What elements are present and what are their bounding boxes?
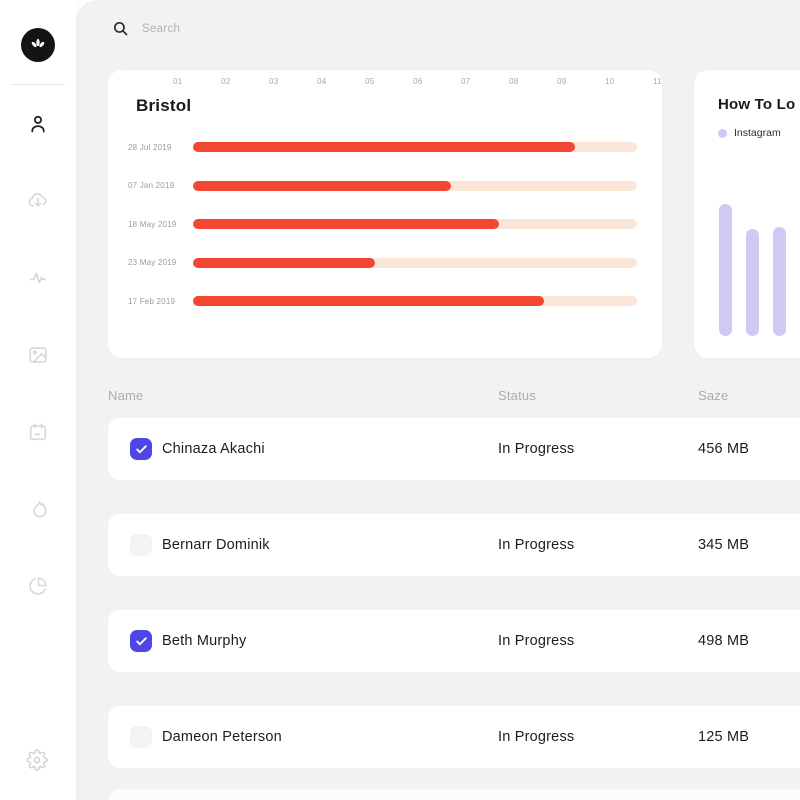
column-header-size: Saze: [698, 388, 728, 403]
sidebar-item-activity[interactable]: [26, 266, 50, 290]
row-checkbox[interactable]: [130, 534, 152, 556]
search-input[interactable]: Search: [112, 20, 180, 37]
chart-category-label: 28 Jul 2019: [128, 143, 193, 152]
row-status: In Progress: [498, 729, 574, 745]
sprout-logo-icon: [28, 35, 48, 55]
table-row[interactable]: Chinaza Akachi In Progress 456 MB: [108, 418, 800, 480]
chart-bar-row: 17 Feb 2019: [128, 282, 637, 321]
person-icon: [27, 113, 49, 135]
row-size: 125 MB: [698, 729, 749, 745]
x-axis-tick-label: 04: [317, 77, 327, 86]
column-header-status: Status: [498, 388, 536, 403]
chart-category-label: 17 Feb 2019: [128, 297, 193, 306]
image-icon: [27, 344, 49, 366]
x-axis-tick-label: 01: [173, 77, 183, 86]
cloud-download-icon: [27, 190, 49, 212]
row-size: 345 MB: [698, 537, 749, 553]
chart-category-label: 23 May 2019: [128, 258, 193, 267]
x-axis-tick-label: 08: [509, 77, 519, 86]
chart-bar-track: [193, 181, 637, 191]
bristol-chart-card: Bristol 28 Jul 2019 07 Jan 2019 18 May 2…: [108, 70, 662, 358]
chart-bar-row: 18 May 2019: [128, 205, 637, 244]
chart-bar-fill: [193, 258, 375, 268]
flame-icon: [27, 498, 49, 520]
calendar-icon: [27, 421, 49, 443]
x-axis-tick-label: 11: [653, 77, 662, 86]
chart-bar-row: 07 Jan 2019: [128, 167, 637, 206]
sidebar-item-media[interactable]: [26, 343, 50, 367]
sidebar-item-calendar[interactable]: [26, 420, 50, 444]
checkmark-icon: [135, 443, 148, 456]
app-root: Search Bristol 28 Jul 2019 07 Jan 2019 1…: [0, 0, 800, 800]
row-name: Chinaza Akachi: [162, 441, 265, 457]
settings-button[interactable]: [26, 749, 50, 773]
bristol-x-axis: 01 02 03 04 05 06 07 08 09 10 11: [173, 77, 662, 86]
instagram-card-title: How To Lo: [718, 96, 795, 113]
instagram-bar: [746, 229, 759, 336]
chart-bar-track: [193, 296, 637, 306]
chart-bar-track: [193, 142, 637, 152]
chart-bar-row: 23 May 2019: [128, 244, 637, 283]
table-body: Chinaza Akachi In Progress 456 MB Bernar…: [108, 418, 800, 800]
sidebar: [0, 0, 76, 800]
row-checkbox[interactable]: [130, 438, 152, 460]
chart-bar-track: [193, 258, 637, 268]
checkmark-icon: [135, 635, 148, 648]
row-checkbox[interactable]: [130, 630, 152, 652]
column-header-name: Name: [108, 388, 143, 403]
row-size: 498 MB: [698, 633, 749, 649]
chart-bar-fill: [193, 219, 499, 229]
chart-bar-fill: [193, 181, 451, 191]
row-status: In Progress: [498, 633, 574, 649]
bristol-card-title: Bristol: [136, 96, 191, 116]
instagram-bar-chart: [719, 186, 800, 336]
table-row-partial: [108, 789, 800, 800]
pie-chart-icon: [27, 575, 49, 597]
row-status: In Progress: [498, 537, 574, 553]
legend-label: Instagram: [734, 127, 781, 139]
row-name: Dameon Peterson: [162, 729, 282, 745]
instagram-bar: [719, 204, 732, 336]
row-status: In Progress: [498, 441, 574, 457]
table-row[interactable]: Bernarr Dominik In Progress 345 MB: [108, 514, 800, 576]
sidebar-divider: [11, 84, 65, 85]
sidebar-nav: [26, 112, 50, 598]
chart-legend: Instagram: [718, 127, 781, 139]
x-axis-tick-label: 06: [413, 77, 423, 86]
x-axis-tick-label: 09: [557, 77, 567, 86]
app-logo[interactable]: [21, 28, 55, 62]
x-axis-tick-label: 02: [221, 77, 231, 86]
row-checkbox[interactable]: [130, 726, 152, 748]
chart-category-label: 18 May 2019: [128, 220, 193, 229]
chart-bar-row: 28 Jul 2019: [128, 128, 637, 167]
sidebar-item-uploads[interactable]: [26, 189, 50, 213]
sidebar-item-trending[interactable]: [26, 497, 50, 521]
x-axis-tick-label: 03: [269, 77, 279, 86]
x-axis-tick-label: 07: [461, 77, 471, 86]
instagram-chart-card: How To Lo Instagram: [694, 70, 800, 358]
legend-dot-icon: [718, 129, 727, 138]
main-content: Search Bristol 28 Jul 2019 07 Jan 2019 1…: [76, 0, 800, 800]
instagram-bar: [773, 227, 786, 336]
x-axis-tick-label: 05: [365, 77, 375, 86]
row-name: Beth Murphy: [162, 633, 246, 649]
bristol-bar-chart: 28 Jul 2019 07 Jan 2019 18 May 2019 23 M…: [128, 128, 637, 321]
chart-bar-track: [193, 219, 637, 229]
sidebar-item-analytics[interactable]: [26, 574, 50, 598]
chart-bar-fill: [193, 296, 544, 306]
row-name: Bernarr Dominik: [162, 537, 270, 553]
search-placeholder: Search: [142, 23, 180, 35]
x-axis-tick-label: 10: [605, 77, 615, 86]
search-icon: [112, 20, 129, 37]
sidebar-item-profile[interactable]: [26, 112, 50, 136]
table-row[interactable]: Beth Murphy In Progress 498 MB: [108, 610, 800, 672]
row-size: 456 MB: [698, 441, 749, 457]
activity-pulse-icon: [27, 267, 49, 289]
chart-category-label: 07 Jan 2019: [128, 181, 193, 190]
chart-bar-fill: [193, 142, 575, 152]
table-header: Name Status Saze: [108, 388, 768, 404]
gear-icon: [26, 749, 48, 771]
table-row[interactable]: Dameon Peterson In Progress 125 MB: [108, 706, 800, 768]
